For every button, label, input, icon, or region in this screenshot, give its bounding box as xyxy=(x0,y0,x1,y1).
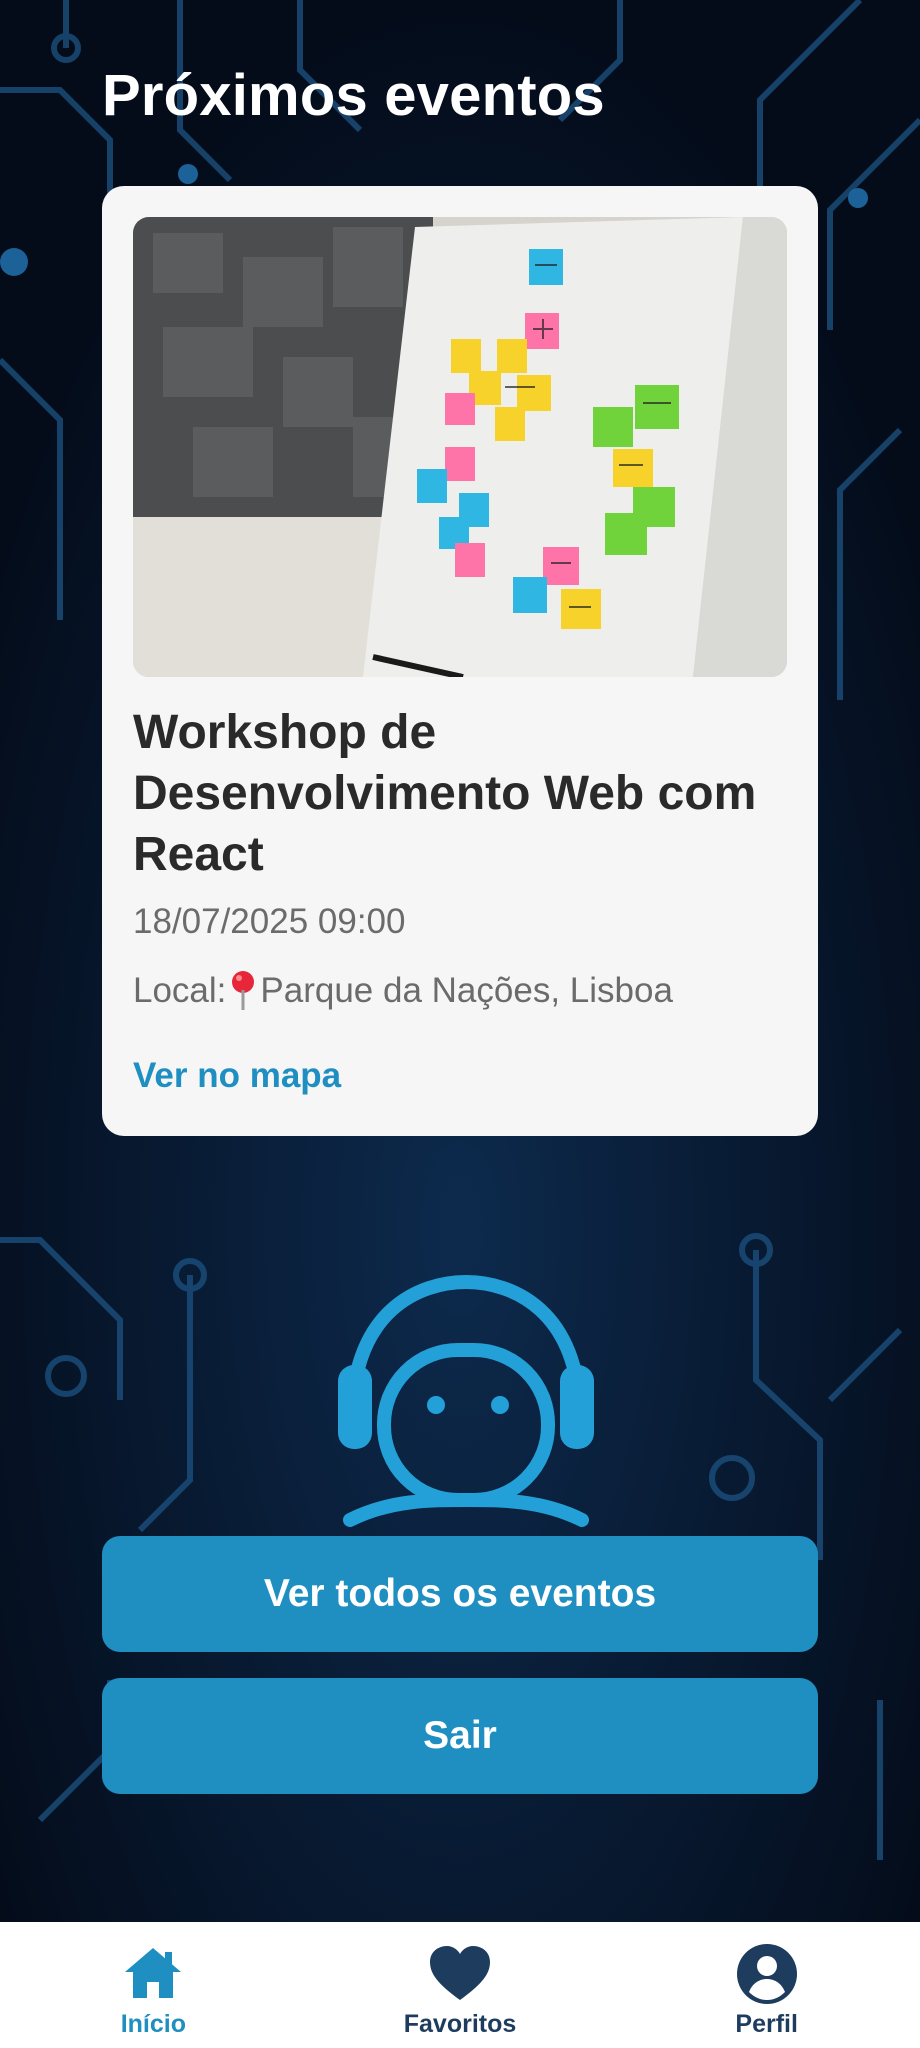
location-text: Parque da Nações, Lisboa xyxy=(260,971,673,1010)
location-label: Local: xyxy=(133,971,227,1010)
page-title: Próximos eventos xyxy=(102,63,605,128)
home-icon xyxy=(125,1948,182,1998)
event-location: Local: Parque da Nações, Lisboa xyxy=(133,970,673,1012)
nav-label-home: Início xyxy=(120,2010,186,2038)
nav-item-favorites[interactable]: Favoritos xyxy=(307,1922,614,2048)
event-image xyxy=(133,217,787,677)
nav-item-home[interactable]: Início xyxy=(0,1922,307,2048)
view-on-map-link[interactable]: Ver no mapa xyxy=(133,1056,341,1096)
user-circle-icon xyxy=(736,1944,797,2004)
event-card[interactable]: Workshop de Desenvolvimento Web com Reac… xyxy=(102,186,818,1136)
bottom-navigation: Início Favoritos Perfil xyxy=(0,1922,920,2048)
nav-label-profile: Perfil xyxy=(735,2010,798,2038)
nav-item-profile[interactable]: Perfil xyxy=(613,1922,920,2048)
map-pin-icon xyxy=(228,970,258,1012)
logout-button[interactable]: Sair xyxy=(102,1678,818,1794)
nav-label-favorites: Favoritos xyxy=(403,2010,517,2038)
heart-icon xyxy=(430,1946,490,2000)
event-datetime: 18/07/2025 09:00 xyxy=(133,902,406,941)
event-title: Workshop de Desenvolvimento Web com Reac… xyxy=(133,706,757,881)
view-all-events-button[interactable]: Ver todos os eventos xyxy=(102,1536,818,1652)
